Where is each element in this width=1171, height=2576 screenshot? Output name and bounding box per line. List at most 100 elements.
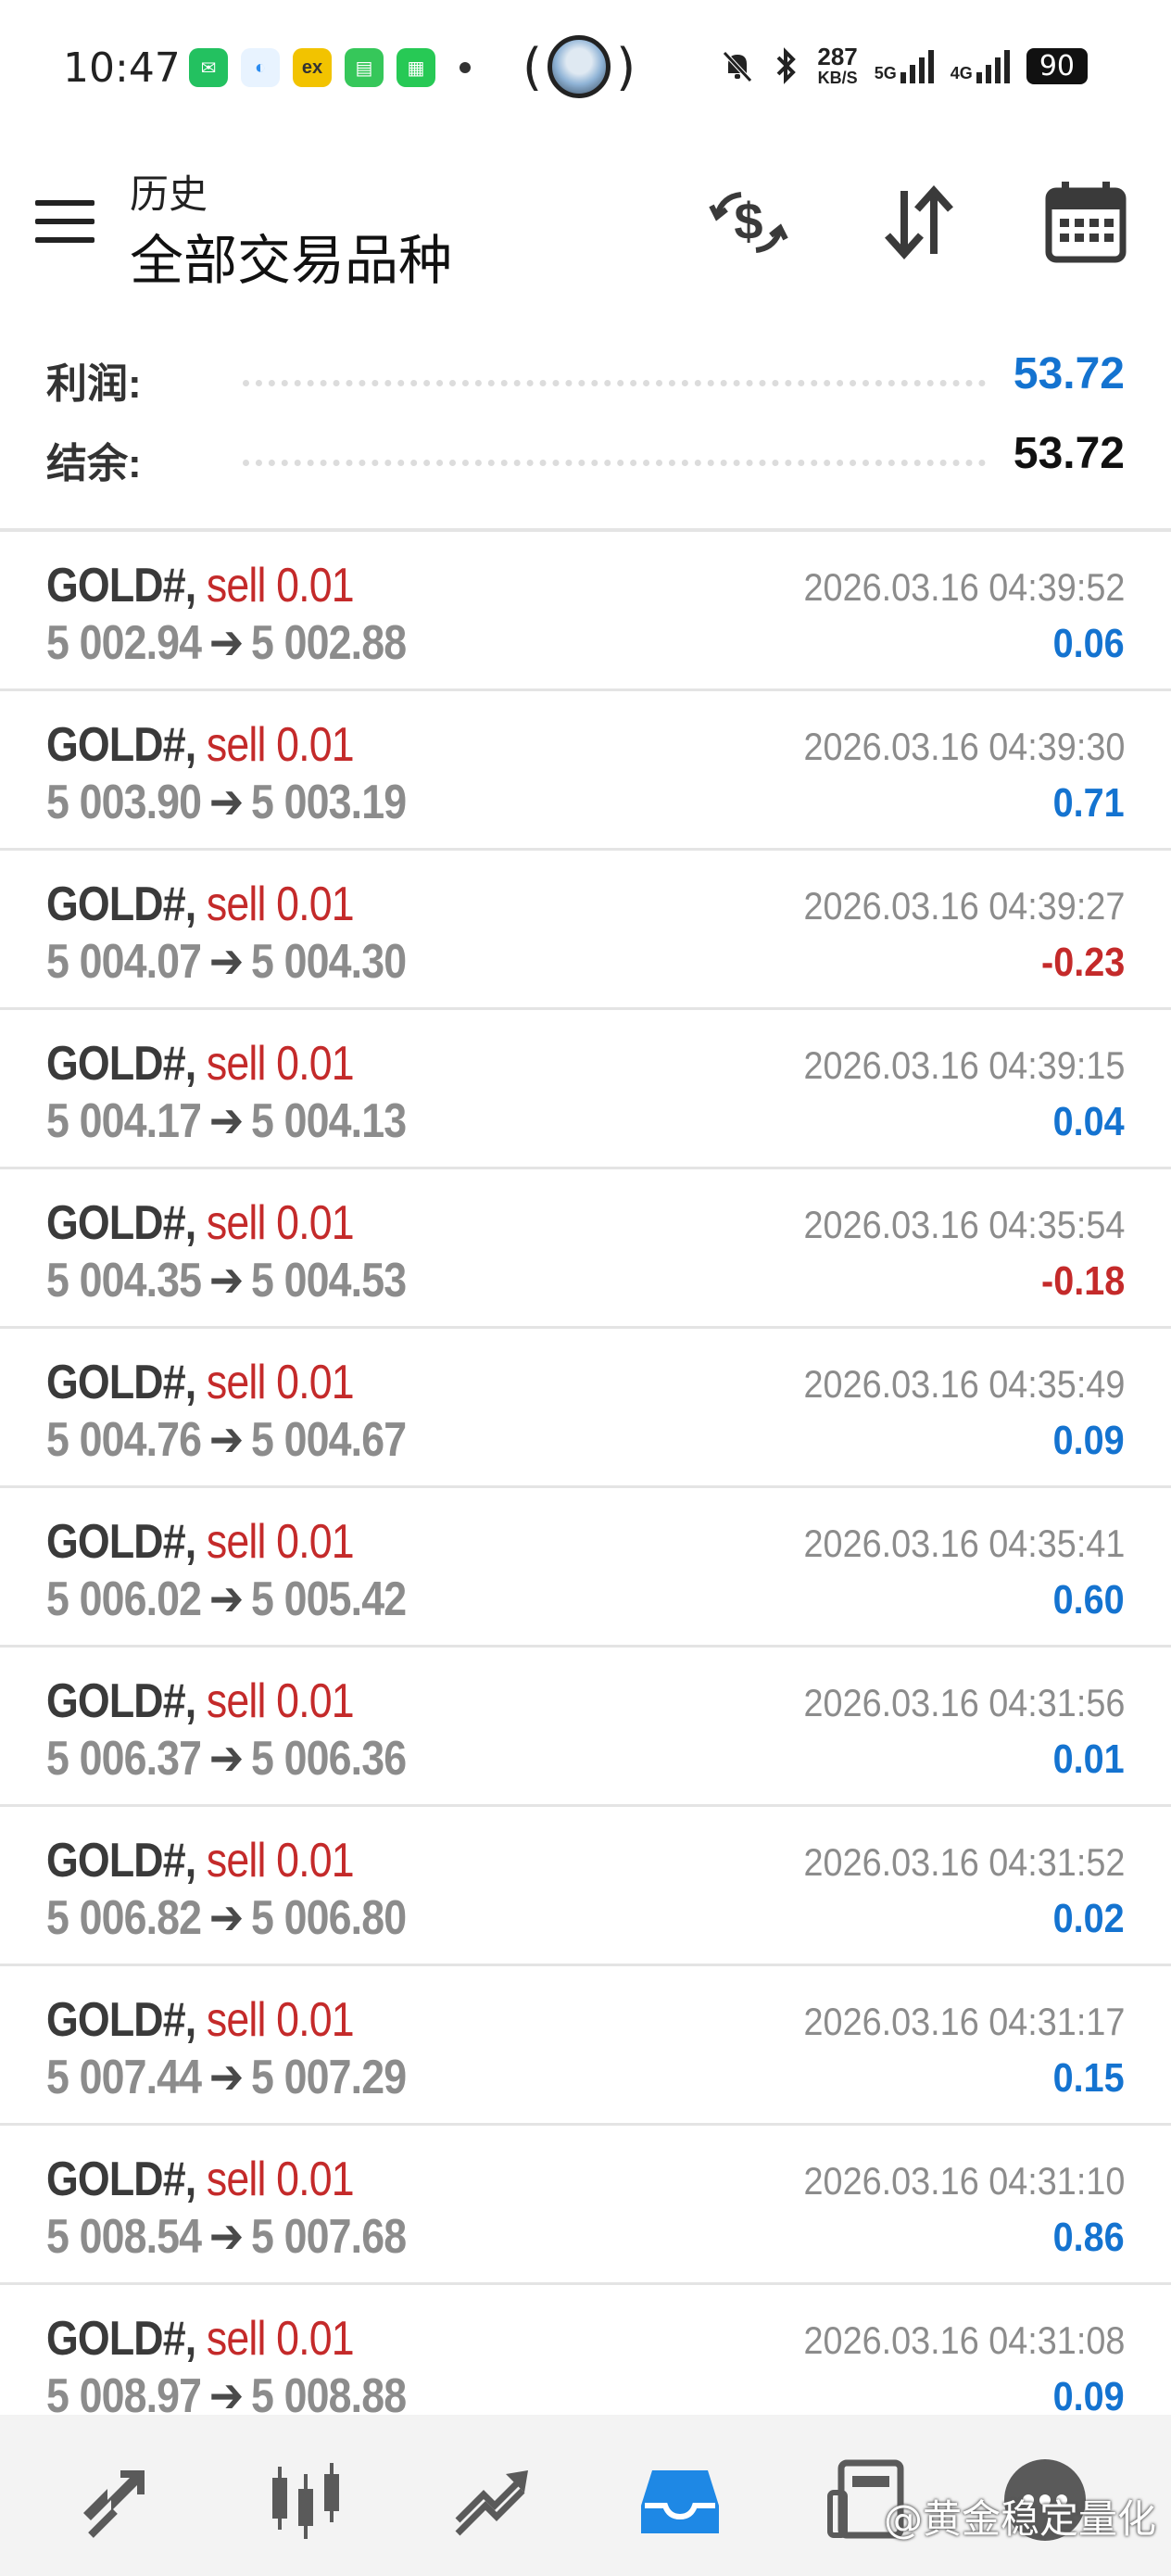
arrow-right-icon: ➔ — [208, 776, 244, 829]
app-header: 历史 全部交易品种 $ — [0, 139, 1171, 306]
page-title: 历史 — [130, 172, 208, 216]
signal-4g-icon: 4G — [951, 48, 1010, 83]
open-price: 5 004.76 — [46, 1413, 202, 1467]
close-price: 5 007.68 — [251, 2210, 407, 2264]
trade-profit: 0.60 — [1052, 1577, 1125, 1623]
trade-time: 2026.03.16 04:31:56 — [803, 1681, 1125, 1724]
arrow-right-icon: ➔ — [208, 2210, 244, 2264]
trade-row[interactable]: GOLD#, sell 0.01 5 006.82 ➔ 5 006.80 2026.… — [0, 1807, 1171, 1966]
balance-label: 结余: — [46, 441, 142, 486]
profit-row: 利润: 53.72 — [0, 343, 1171, 423]
trade-side: sell 0.01 — [206, 1834, 355, 1888]
sort-icon[interactable] — [875, 178, 963, 267]
status-time: 10:47 — [63, 44, 181, 92]
account-summary: 利润: 53.72 结余: 53.72 — [0, 343, 1171, 502]
history-icon[interactable] — [636, 2456, 724, 2544]
avatar — [548, 35, 611, 98]
trade-symbol: GOLD#, — [46, 1037, 196, 1091]
close-price: 5 007.29 — [251, 2051, 407, 2104]
arrow-right-icon: ➔ — [208, 1254, 244, 1307]
arrow-right-icon: ➔ — [208, 1094, 244, 1148]
trade-row[interactable]: GOLD#, sell 0.01 5 004.07 ➔ 5 004.30 2026.… — [0, 851, 1171, 1010]
trade-time: 2026.03.16 04:39:15 — [803, 1043, 1125, 1087]
trade-side: sell 0.01 — [206, 718, 355, 772]
trade-row[interactable]: GOLD#, sell 0.01 5 004.35 ➔ 5 004.53 2026.… — [0, 1169, 1171, 1329]
trade-row[interactable]: GOLD#, sell 0.01 5 006.37 ➔ 5 006.36 2026.… — [0, 1648, 1171, 1807]
trade-profit: 0.02 — [1052, 1896, 1125, 1941]
trade-symbol: GOLD#, — [46, 1356, 196, 1409]
trade-time: 2026.03.16 04:35:54 — [803, 1203, 1125, 1246]
trade-symbol: GOLD#, — [46, 1674, 196, 1728]
trade-profit: 0.01 — [1052, 1736, 1125, 1782]
signal-5g-icon: 5G — [875, 48, 934, 83]
trade-time: 2026.03.16 04:31:17 — [803, 2000, 1125, 2043]
trade-time: 2026.03.16 04:39:30 — [803, 725, 1125, 768]
open-price: 5 006.02 — [46, 1572, 202, 1626]
trade-symbol: GOLD#, — [46, 1834, 196, 1888]
more-notifications-dot — [460, 62, 471, 73]
open-price: 5 003.90 — [46, 776, 202, 829]
close-price: 5 004.13 — [251, 1094, 407, 1148]
store-icon: ▦ — [397, 48, 435, 87]
quotes-icon[interactable] — [74, 2456, 163, 2544]
trade-profit: -0.18 — [1040, 1258, 1125, 1304]
close-price: 5 005.42 — [251, 1572, 407, 1626]
chart-icon[interactable] — [261, 2456, 350, 2544]
trade-side: sell 0.01 — [206, 1993, 355, 2047]
open-price: 5 006.82 — [46, 1891, 202, 1945]
arrow-right-icon: ➔ — [208, 1413, 244, 1467]
trade-symbol: GOLD#, — [46, 2153, 196, 2206]
trade-side: sell 0.01 — [206, 2312, 355, 2366]
live-activity-island[interactable]: () — [523, 35, 636, 98]
dotted-leader — [243, 460, 986, 466]
trade-time: 2026.03.16 04:39:52 — [803, 565, 1125, 609]
arrow-right-icon: ➔ — [208, 2051, 244, 2104]
trade-side: sell 0.01 — [206, 559, 355, 612]
trade-row[interactable]: GOLD#, sell 0.01 5 004.17 ➔ 5 004.13 2026.… — [0, 1010, 1171, 1169]
calendar-icon[interactable] — [1041, 178, 1130, 267]
trade-row[interactable]: GOLD#, sell 0.01 5 007.44 ➔ 5 007.29 2026.… — [0, 1966, 1171, 2126]
currency-exchange-icon[interactable]: $ — [704, 178, 793, 267]
trade-profit: 0.86 — [1052, 2215, 1125, 2260]
trade-symbol: GOLD#, — [46, 559, 196, 612]
trade-profit: 0.06 — [1052, 621, 1125, 666]
trade-row[interactable]: GOLD#, sell 0.01 5 004.76 ➔ 5 004.67 2026.… — [0, 1329, 1171, 1488]
trade-symbol: GOLD#, — [46, 718, 196, 772]
trade-icon[interactable] — [448, 2456, 537, 2544]
trade-side: sell 0.01 — [206, 1037, 355, 1091]
trade-row[interactable]: GOLD#, sell 0.01 5 006.02 ➔ 5 005.42 2026.… — [0, 1488, 1171, 1648]
trade-side: sell 0.01 — [206, 2153, 355, 2206]
svg-text:$: $ — [734, 192, 762, 250]
arrow-right-icon: ➔ — [208, 1732, 244, 1786]
trade-side: sell 0.01 — [206, 1515, 355, 1569]
trade-row[interactable]: GOLD#, sell 0.01 5 003.90 ➔ 5 003.19 2026.… — [0, 691, 1171, 851]
close-price: 5 006.36 — [251, 1732, 407, 1786]
notification-icons: ✉ ◐ ex ▤ ▦ — [189, 48, 471, 87]
close-price: 5 004.67 — [251, 1413, 407, 1467]
trade-side: sell 0.01 — [206, 1356, 355, 1409]
trade-profit: 0.15 — [1052, 2055, 1125, 2101]
trade-side: sell 0.01 — [206, 1674, 355, 1728]
trade-history-list: GOLD#, sell 0.01 5 002.94 ➔ 5 002.88 2026.… — [0, 532, 1171, 2444]
trade-row[interactable]: GOLD#, sell 0.01 5 008.54 ➔ 5 007.68 2026.… — [0, 2126, 1171, 2285]
trade-side: sell 0.01 — [206, 1196, 355, 1250]
trade-profit: 0.71 — [1052, 780, 1125, 826]
profit-value: 53.72 — [1013, 349, 1125, 398]
balance-value: 53.72 — [1013, 429, 1125, 478]
open-price: 5 002.94 — [46, 616, 202, 670]
arrow-right-icon: ➔ — [208, 616, 244, 670]
open-price: 5 004.35 — [46, 1254, 202, 1307]
trade-time: 2026.03.16 04:39:27 — [803, 884, 1125, 928]
trade-time: 2026.03.16 04:31:10 — [803, 2159, 1125, 2203]
battery-indicator: 90 — [1026, 47, 1088, 84]
trade-time: 2026.03.16 04:31:52 — [803, 1840, 1125, 1884]
trade-row[interactable]: GOLD#, sell 0.01 5 002.94 ➔ 5 002.88 2026.… — [0, 532, 1171, 691]
dotted-leader — [243, 380, 986, 386]
trade-profit: 0.09 — [1052, 2374, 1125, 2419]
trade-profit: 0.09 — [1052, 1418, 1125, 1463]
trade-symbol: GOLD#, — [46, 1196, 196, 1250]
watermark: @黄金稳定量化 — [883, 2496, 1156, 2542]
arrow-right-icon: ➔ — [208, 935, 244, 989]
symbol-filter[interactable]: 全部交易品种 — [130, 217, 452, 295]
menu-icon[interactable] — [35, 200, 94, 243]
